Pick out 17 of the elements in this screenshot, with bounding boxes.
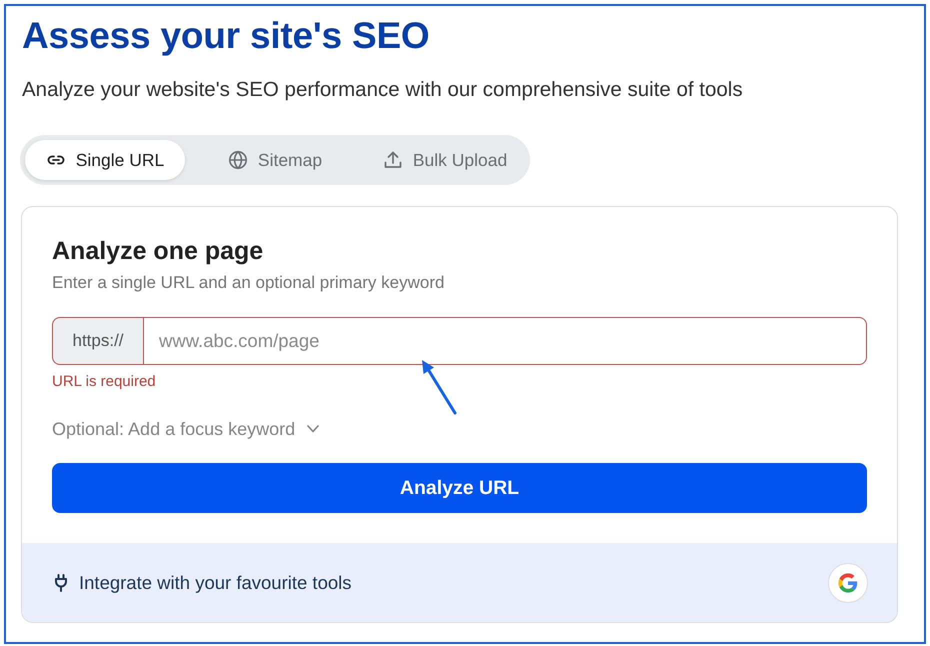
g-logo-icon[interactable]	[828, 562, 868, 602]
plug-icon	[55, 574, 67, 592]
tab[interactable]: Sitemap	[195, 140, 355, 180]
page-subtitle: Analyze your website's SEO performance with our comprehensive suite of tools	[22, 78, 743, 102]
tab[interactable]: Single URL	[25, 140, 185, 180]
keyword-toggle[interactable]: Optional: Add a focus keyword	[52, 418, 320, 440]
url-input[interactable]: www.abc.com/page	[143, 317, 867, 365]
error-message: URL is required	[52, 373, 156, 391]
url-prefix: https://	[52, 317, 143, 365]
page-title: Assess your site's SEO	[22, 14, 430, 58]
globe-icon	[228, 150, 248, 170]
upload-icon	[382, 150, 403, 170]
tab[interactable]: Bulk Upload	[365, 140, 525, 180]
analyze-button[interactable]: Analyze URL	[52, 463, 867, 513]
card-description: Enter a single URL and an optional primary keyword	[52, 273, 444, 293]
card-heading: Analyze one page	[52, 236, 264, 266]
integrations-text: Integrate with your favourite tools	[79, 572, 352, 594]
